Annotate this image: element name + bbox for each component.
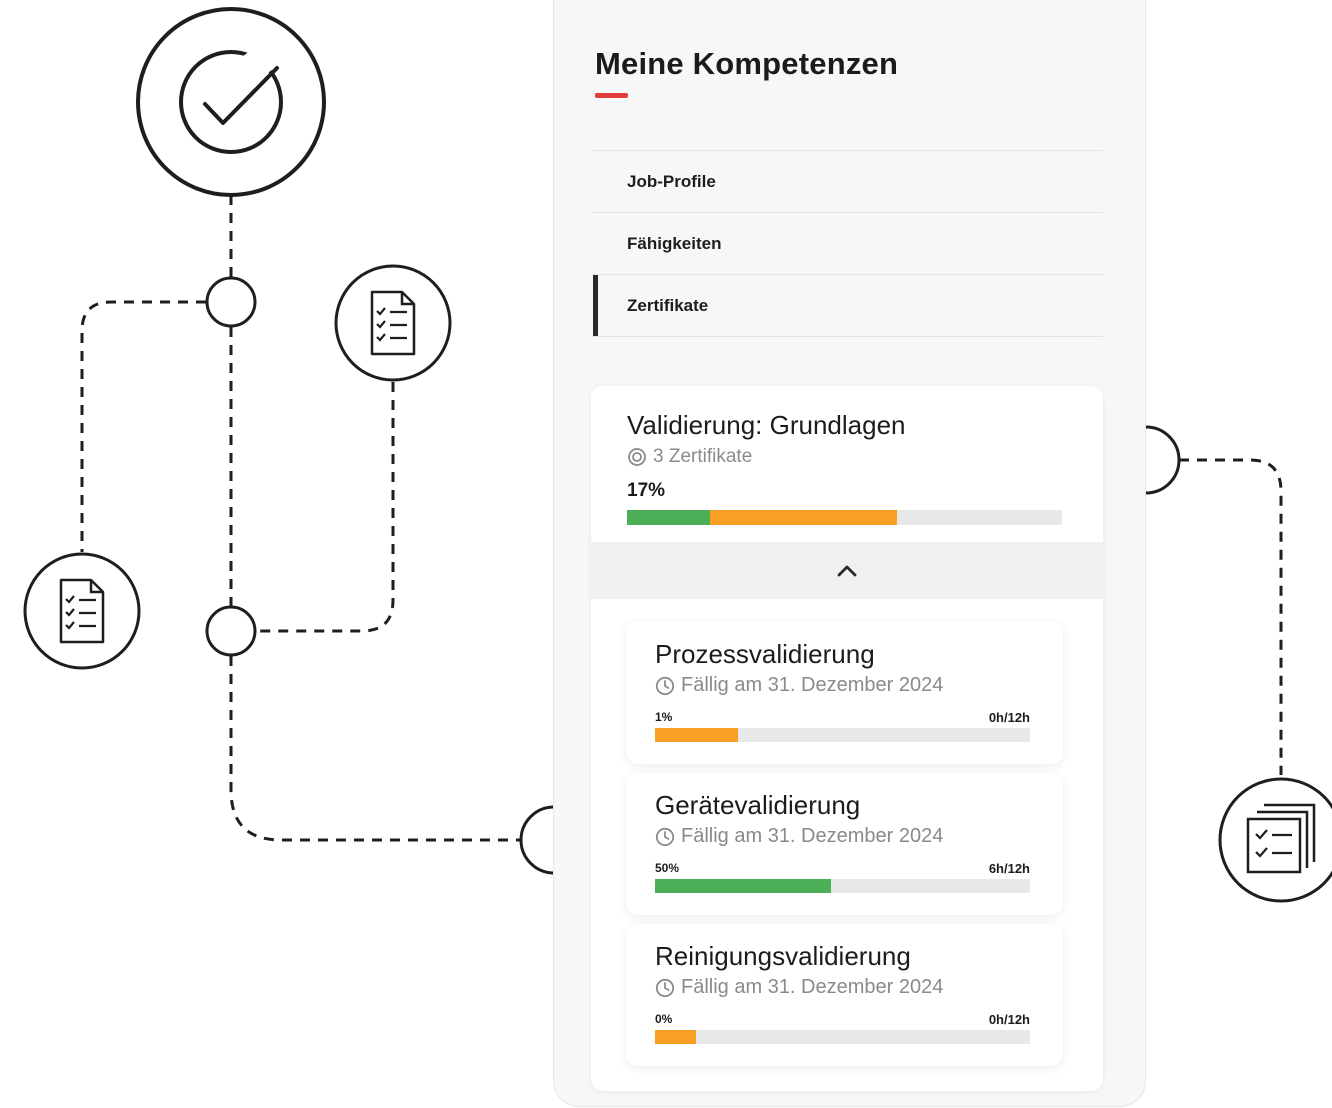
group-count-label: 3 Zertifikate bbox=[653, 446, 753, 467]
certificate-title: Reinigungsvalidierung bbox=[655, 941, 911, 971]
menu-item-skills[interactable]: Fähigkeiten bbox=[592, 213, 1103, 275]
certificate-title: Gerätevalidierung bbox=[655, 790, 861, 820]
connector-node bbox=[205, 605, 257, 657]
certificate-progress-label: 50% bbox=[655, 861, 680, 875]
certificate-hours: 0h/12h bbox=[988, 710, 1030, 725]
group-progress-segment-completed bbox=[627, 510, 710, 525]
clock-icon bbox=[655, 676, 675, 695]
chevron-up-icon bbox=[837, 565, 857, 576]
checklist-document-icon bbox=[23, 552, 141, 670]
competence-menu: Job-Profile Fähigkeiten Zertifikate bbox=[592, 150, 1103, 337]
stacked-checklists-icon bbox=[1218, 777, 1332, 903]
certificate-icon bbox=[628, 448, 646, 466]
certificate-card[interactable]: Reinigungsvalidierung Fällig am 31. Deze… bbox=[626, 924, 1063, 1066]
app-panel: Meine Kompetenzen Job-Profile Fähigkeite… bbox=[553, 0, 1146, 1107]
collapse-toggle[interactable] bbox=[591, 542, 1103, 599]
certificate-progress-label: 0% bbox=[655, 1012, 673, 1026]
menu-item-label: Job-Profile bbox=[627, 171, 716, 191]
certificate-due: Fällig am 31. Dezember 2024 bbox=[655, 825, 943, 848]
group-progress-bar bbox=[627, 510, 1062, 525]
certificate-progress-fill bbox=[655, 879, 832, 893]
menu-item-job-profile[interactable]: Job-Profile bbox=[592, 151, 1103, 213]
connector-node bbox=[205, 276, 257, 328]
certificate-card[interactable]: Prozessvalidierung Fällig am 31. Dezembe… bbox=[626, 622, 1063, 764]
certificate-progress-fill bbox=[655, 1030, 697, 1044]
group-progress-segment-in-progress bbox=[709, 510, 897, 525]
certificate-group-card: Validierung: Grundlagen 3 Zertifikate 17… bbox=[591, 386, 1103, 1091]
certificate-progress-fill bbox=[655, 728, 738, 742]
certificate-progress-label: 1% bbox=[655, 710, 673, 724]
certificate-due-label: Fällig am 31. Dezember 2024 bbox=[681, 825, 944, 847]
group-progress-label: 17% bbox=[627, 480, 666, 501]
certificate-progress-bar bbox=[655, 879, 1030, 893]
menu-item-label: Fähigkeiten bbox=[627, 233, 722, 253]
certificate-due-label: Fällig am 31. Dezember 2024 bbox=[681, 674, 944, 696]
page-title: Meine Kompetenzen bbox=[595, 46, 899, 81]
certificate-hours: 6h/12h bbox=[988, 861, 1030, 876]
clock-icon bbox=[655, 978, 675, 997]
clock-icon bbox=[655, 827, 675, 846]
group-certificate-count: 3 Zertifikate bbox=[627, 446, 752, 468]
menu-item-label: Zertifikate bbox=[627, 295, 709, 315]
title-accent-line bbox=[595, 93, 628, 98]
checklist-document-icon bbox=[334, 264, 452, 382]
group-title: Validierung: Grundlagen bbox=[627, 410, 906, 440]
certificate-hours: 0h/12h bbox=[988, 1012, 1030, 1027]
certificate-progress-bar bbox=[655, 1030, 1030, 1044]
certificate-title: Prozessvalidierung bbox=[655, 639, 875, 669]
certificate-due-label: Fällig am 31. Dezember 2024 bbox=[681, 976, 944, 998]
certificate-progress-bar bbox=[655, 728, 1030, 742]
certificate-due: Fällig am 31. Dezember 2024 bbox=[655, 976, 943, 999]
checkmark-circle-icon bbox=[136, 7, 326, 197]
certificate-card[interactable]: Gerätevalidierung Fällig am 31. Dezember… bbox=[626, 773, 1063, 915]
certificate-due: Fällig am 31. Dezember 2024 bbox=[655, 674, 943, 697]
menu-item-certificates[interactable]: Zertifikate bbox=[592, 275, 1103, 337]
